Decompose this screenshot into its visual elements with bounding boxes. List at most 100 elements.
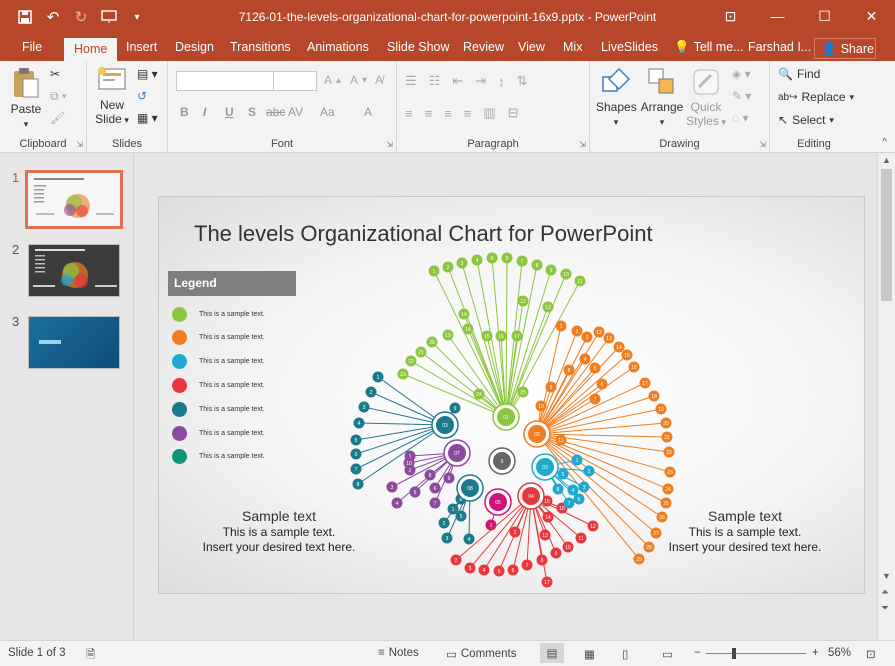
character-spacing-button[interactable]: AV [288,105,303,119]
org-node-label: 22 [666,450,672,456]
align-left-icon[interactable]: ≡ [405,106,413,121]
tab-slide-show[interactable]: Slide Show [385,36,452,61]
underline-button[interactable]: U [225,105,234,119]
share-button[interactable]: 👤 Share [814,38,876,59]
slide-thumbnail-1[interactable] [25,170,123,229]
tell-me-search[interactable]: 💡 Tell me... [672,36,746,61]
org-node-label: 2 [576,329,579,335]
comments-button[interactable]: ▭ Comments [446,647,516,661]
next-slide-icon[interactable]: ⏷ [881,603,889,614]
thumb-number: 2 [12,242,20,257]
minimize-icon[interactable]: — [754,0,801,32]
decrease-font-icon[interactable]: A ▾ [350,73,367,87]
tab-home[interactable]: Home [64,38,118,61]
shape-outline-icon[interactable]: ✎ ▾ [732,89,751,103]
slide-canvas[interactable]: The levels Organizational Chart for Powe… [158,196,865,594]
replace-button[interactable]: ab↪ Replace ▾ [778,90,854,104]
collapse-ribbon-icon[interactable]: ^ [882,137,887,148]
dialog-launcher-icon[interactable]: ⇲ [76,140,83,149]
font-dialog-launcher-icon[interactable]: ⇲ [386,140,393,149]
slide-thumbnail-2[interactable] [28,244,120,297]
slideshow-view-icon[interactable]: ▭ [662,647,673,661]
shape-fill-icon[interactable]: ◈ ▾ [732,67,751,81]
strikethrough-button[interactable]: abc [266,105,285,119]
align-right-icon[interactable]: ≡ [444,106,452,121]
align-text-icon[interactable]: ⊟ [508,105,519,121]
decrease-indent-icon[interactable]: ⇤ [452,73,463,89]
slide-sorter-icon[interactable]: ▦ [584,647,595,661]
tab-view[interactable]: View [516,36,547,61]
tab-review[interactable]: Review [461,36,506,61]
org-node-label: 5 [594,366,597,372]
font-size-input[interactable] [273,71,317,91]
tab-insert[interactable]: Insert [124,36,159,61]
account-name[interactable]: Farshad I... [746,36,813,61]
shadow-button[interactable]: S [248,105,256,119]
numbering-icon[interactable]: ☷ [429,73,441,89]
zoom-in-icon[interactable]: + [812,647,819,659]
shape-effects-icon[interactable]: ◌ ▾ [732,111,749,125]
shapes-button[interactable]: Shapes ▾ [596,67,637,129]
align-center-icon[interactable]: ≡ [425,106,433,121]
change-case-button[interactable]: Aa [320,105,335,119]
columns-icon[interactable]: ▥ [483,105,495,121]
ribbon-display-options-icon[interactable]: ⊡ [707,0,754,32]
normal-view-icon[interactable]: ▤ [540,643,564,663]
zoom-level[interactable]: 56% [828,647,851,659]
slides-group: New Slide ▾ ▤ ▾ ↺ ▦ ▾ Slides [87,61,168,153]
zoom-slider-thumb[interactable] [732,648,736,659]
reset-icon[interactable]: ↺ [137,89,147,103]
zoom-out-icon[interactable]: − [694,647,701,659]
right-text-block[interactable]: Sample text This is a sample text. Inser… [645,507,845,555]
spell-check-icon[interactable]: 🗎 [86,647,95,666]
text-direction-icon[interactable]: ⇅ [517,73,528,89]
font-color-button[interactable]: A [364,105,372,119]
scroll-down-icon[interactable]: ▼ [882,571,891,581]
close-icon[interactable]: ✕ [848,0,895,32]
new-slide-button[interactable]: New Slide ▾ [91,65,133,127]
section-icon[interactable]: ▦ ▾ [137,111,158,125]
clear-formatting-icon[interactable]: A̸ [375,73,383,87]
bullets-icon[interactable]: ☰ [405,73,417,89]
paragraph-dialog-launcher-icon[interactable]: ⇲ [579,140,586,149]
maximize-icon[interactable]: ☐ [801,0,848,32]
org-node-label: 4 [584,357,587,363]
justify-icon[interactable]: ≡ [464,106,472,121]
paste-button[interactable]: Paste ▾ [6,67,46,131]
copy-icon[interactable]: ⧉ ▾ [50,89,67,104]
drawing-dialog-launcher-icon[interactable]: ⇲ [759,140,766,149]
reading-view-icon[interactable]: ▯ [622,647,628,661]
arrange-button[interactable]: Arrange ▾ [640,67,684,129]
left-text-block[interactable]: Sample text This is a sample text. Inser… [179,507,379,555]
tab-design[interactable]: Design [173,36,216,61]
vertical-scrollbar[interactable]: ▲ ▼ ⏶ ⏷ [877,153,895,640]
zoom-slider-track[interactable] [706,653,806,654]
line-spacing-icon[interactable]: ↕ [498,74,505,89]
layout-icon[interactable]: ▤ ▾ [137,67,158,81]
org-node-label: 7 [434,501,437,507]
increase-font-icon[interactable]: A ▴ [324,73,341,87]
font-name-input[interactable] [176,71,288,91]
share-person-icon: 👤 [821,41,837,56]
quick-styles-button[interactable]: Quick Styles ▾ [686,67,726,129]
tab-mix[interactable]: Mix [561,36,584,61]
slide-thumbnail-3[interactable] [28,316,120,369]
previous-slide-icon[interactable]: ⏶ [881,587,889,598]
select-button[interactable]: ↖ Select ▾ [778,113,834,127]
bold-button[interactable]: B [180,105,189,119]
org-node-label: 4 [572,488,575,494]
tab-liveslides[interactable]: LiveSlides [599,36,660,61]
cut-icon[interactable]: ✂ [50,67,60,81]
italic-button[interactable]: I [203,105,206,119]
tab-animations[interactable]: Animations [305,36,371,61]
scroll-up-icon[interactable]: ▲ [882,155,891,165]
format-painter-icon[interactable]: 🖌 [50,111,65,125]
notes-button[interactable]: ≡ Notes [378,647,419,659]
find-button[interactable]: 🔍 Find [778,67,820,81]
scroll-thumb[interactable] [881,169,892,301]
slide-editor: The levels Organizational Chart for Powe… [135,153,877,640]
tab-file[interactable]: File [20,36,44,61]
increase-indent-icon[interactable]: ⇥ [475,73,486,89]
tab-transitions[interactable]: Transitions [228,36,293,61]
fit-to-window-icon[interactable]: ⊡ [866,647,876,661]
